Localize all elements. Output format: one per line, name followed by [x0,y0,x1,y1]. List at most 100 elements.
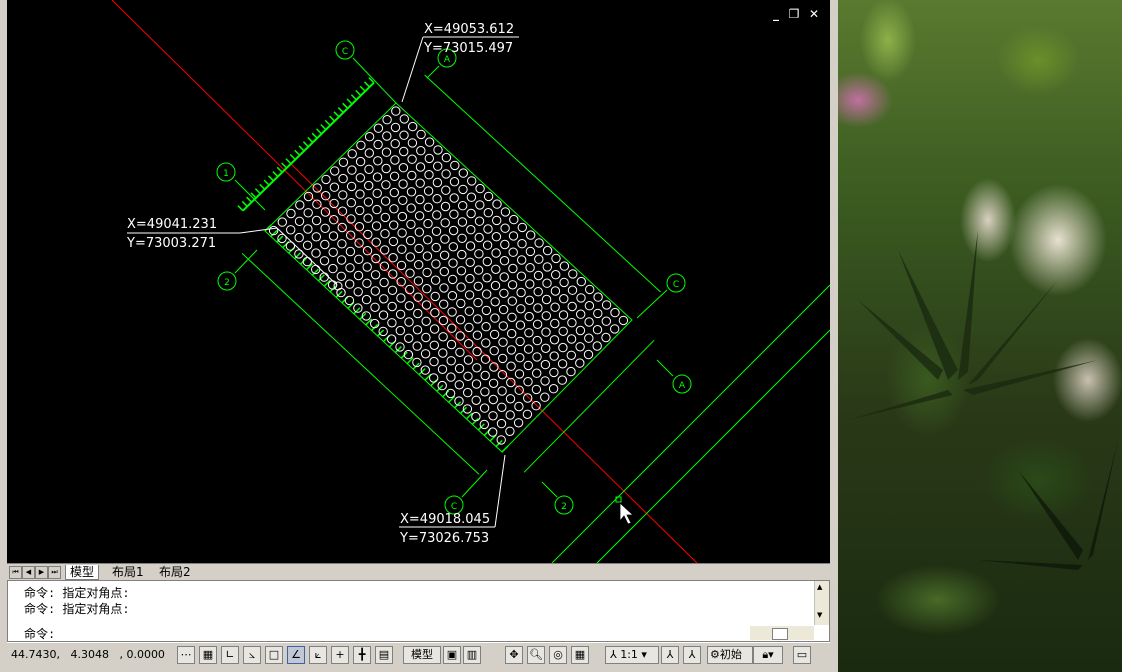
pile-circle [353,270,364,281]
polar-icon[interactable]: ⦣ [243,646,261,664]
pile-circle [303,208,313,218]
toolbar-lock-icon[interactable]: 🔒︎▾ [753,646,783,664]
command-window[interactable]: 命令: 指定对角点: 命令: 指定对角点: 命令: ▲ ▼ [7,580,830,642]
annotation-scale-dropdown[interactable]: ⅄ 1:1 ▾ [605,646,659,664]
dyn-icon[interactable]: + [331,646,349,664]
pile-circle [601,332,611,343]
dimension-tick [281,162,288,169]
pile-circle [413,292,423,302]
annotation-visibility-icon[interactable]: ⅄ [661,646,679,664]
pile-circle [480,354,491,364]
pile-circle [483,224,493,234]
dimension-tick [355,89,362,97]
ducs-icon[interactable]: ⟀ [309,646,327,664]
pile-circle [499,256,510,266]
command-scrollbar[interactable]: ▲ ▼ [814,581,829,625]
pile-circle [532,319,543,329]
pile-circle [541,311,551,321]
tab-layout1[interactable]: 布局1 [108,565,148,579]
command-prompt[interactable]: 命令: [24,625,55,642]
lineweight-icon[interactable]: ╋ [353,646,371,664]
dimension-tick [350,94,357,101]
scroll-up-icon[interactable]: ▲ [817,583,822,591]
tab-model[interactable]: 模型 [65,565,100,580]
model-space-button[interactable]: 模型 [403,646,441,664]
pile-circle [389,204,399,214]
pile-circle [463,387,473,398]
dimension-tick [294,149,301,156]
pile-circle [465,257,475,267]
pile-circle [398,163,409,173]
pan-icon[interactable]: ✥ [505,646,523,664]
pile-circle [480,370,490,381]
command-hscrollbar[interactable] [750,626,814,640]
minimize-icon[interactable]: _ [769,7,783,21]
scroll-down-icon[interactable]: ▼ [817,611,822,619]
quick-view-layouts-icon[interactable]: ▣ [443,646,461,664]
pile-circle [525,279,535,289]
pile-circle [311,215,322,226]
osnap-icon[interactable]: □ [265,646,283,664]
pile-circle [514,385,524,395]
pile-circle [498,304,509,315]
drawing-viewport[interactable]: C A 1 2 C A 2 C X=49053.612 Y=73015.497 X=49041.23… [7,0,830,563]
auto-scale-icon[interactable]: ⅄ [683,646,701,664]
scroll-thumb[interactable] [772,628,788,640]
workspace-switch-button[interactable]: ⚙初始 [707,646,753,664]
pile-circle [567,285,578,295]
last-tab-icon[interactable]: ⏭ [48,566,61,579]
pile-circle [496,435,506,445]
pile-circle [449,209,459,219]
grid-icon[interactable]: ▦ [199,646,217,664]
otrack-icon[interactable]: ∠ [287,646,305,664]
pile-circle [380,212,390,223]
pile-circle [321,174,331,185]
pile-circle [524,328,534,338]
pile-circle [421,300,432,310]
pile-circle [320,239,330,250]
pile-circle [456,266,467,276]
bubble-leader [234,249,258,274]
clean-screen-icon[interactable]: ▭ [793,646,811,664]
close-icon[interactable]: ✕ [807,7,821,21]
pile-circle [380,196,391,206]
qp-icon[interactable]: ▤ [375,646,393,664]
first-tab-icon[interactable]: ⏮ [9,566,22,579]
pile-circle [395,325,405,336]
pile-circle [423,186,434,196]
pile-circle [482,256,492,267]
pile-circle [488,394,498,405]
pile-circle [362,262,372,272]
pile-circle [513,418,524,428]
quick-view-drawings-icon[interactable]: ▥ [463,646,481,664]
dimension-tick [311,132,318,139]
pile-circle [474,232,484,243]
ortho-icon[interactable]: ∟ [221,646,239,664]
drawing-canvas[interactable]: C A 1 2 C A 2 C X=49053.612 Y=73015.497 X=49041.23… [7,0,830,563]
dimension-tick [359,85,366,92]
pile-circle [473,314,483,324]
pile-circle [294,216,305,227]
pile-circle [508,247,518,257]
restore-icon[interactable]: ❐ [787,7,801,21]
pile-circle [406,203,416,213]
dimension-tick [442,390,450,398]
prev-tab-icon[interactable]: ◀ [22,566,35,579]
pile-circle [390,122,401,133]
dimension-tick [311,268,319,276]
steeringwheel-icon[interactable]: ◎ [549,646,567,664]
pile-circle [420,365,430,375]
dimension-tick [237,205,244,212]
next-tab-icon[interactable]: ▶ [35,566,48,579]
pile-circle [575,358,585,368]
pile-circle [471,411,481,422]
pile-circle [481,305,492,316]
zoom-icon[interactable]: 🔍︎ [527,646,545,664]
pile-circle [498,321,508,331]
pile-circle [523,393,533,403]
showmotion-icon[interactable]: ▦ [571,646,589,664]
pile-circle [347,165,357,175]
snap-icon[interactable]: ⋯ [177,646,195,664]
pile-circle [463,371,473,381]
tab-layout2[interactable]: 布局2 [155,565,195,579]
